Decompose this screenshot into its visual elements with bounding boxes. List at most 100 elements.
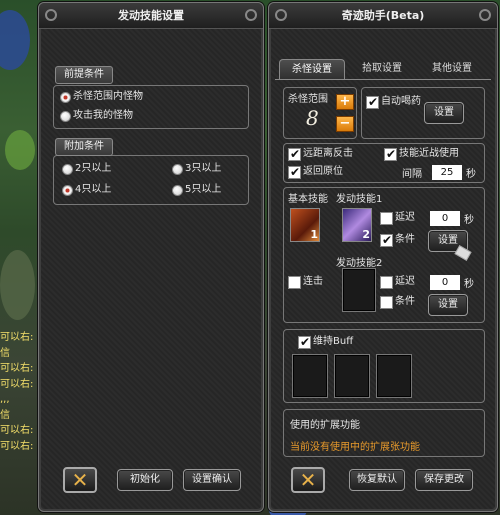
interval-label: 间隔 [402,169,422,180]
ornament-icon [275,9,287,21]
radio-button-selected[interactable] [60,91,71,103]
option-label: 5只以上 [185,184,222,195]
chat-log: 可以右: 信 可以右: 可以右: ,,, 信 可以右: 可以右: [0,330,40,454]
interval-unit: 秒 [466,169,476,180]
cursor-icon [454,245,472,261]
ornament-icon [479,9,491,21]
skill-melee-checkbox[interactable]: 技能近战使用 [384,146,459,162]
extension-group: 使用的扩展功能 当前没有使用中的扩展张功能 [283,409,485,457]
extra-option-5[interactable]: 5只以上 [172,182,221,198]
return-origin-checkbox[interactable]: 返回原位 [288,164,343,180]
extra-condition-legend: 附加条件 [55,138,113,156]
checkbox-checked[interactable] [380,232,393,248]
assistant-panel: 奇迹助手(Beta) 杀怪设置 拾取设置 其他设置 杀怪范围 8 + − 自动喝… [268,2,498,512]
chat-line: 可以右: [0,378,34,390]
option-label: 2只以上 [75,163,112,174]
extra-option-2[interactable]: 2只以上 [62,161,111,177]
delay2-checkbox[interactable]: 延迟 [380,274,415,290]
confirm-settings-button[interactable]: 设置确认 [183,469,241,491]
panel-titlebar: 发动技能设置 [39,3,263,29]
precondition-option-attacking-monsters[interactable]: 攻击我的怪物 [60,108,133,124]
rock-patch [0,250,35,320]
active-skill1-slot[interactable]: 2 [342,208,372,242]
maintain-buff-checkbox[interactable]: 维持Buff [298,334,353,350]
extra-option-3[interactable]: 3只以上 [172,161,221,177]
option-label: 4只以上 [75,184,112,195]
option-label: 攻击我的怪物 [73,110,133,121]
checkbox-checked[interactable] [288,164,301,180]
checkbox-label: 返回原位 [303,166,343,177]
checkbox-label: 自动喝药 [381,96,421,107]
save-changes-button[interactable]: 保存更改 [415,469,473,491]
checkbox-label: 延迟 [395,212,415,223]
checkbox-checked[interactable] [384,146,397,162]
checkbox[interactable] [380,275,393,289]
radio-button[interactable] [62,163,73,175]
potion-settings-button[interactable]: 设置 [424,102,464,124]
ranged-counter-checkbox[interactable]: 远距离反击 [288,146,353,162]
panel-title: 发动技能设置 [118,9,184,22]
chat-line: 可以右: [0,363,34,374]
buff-group: 维持Buff [283,329,485,403]
water-patch [0,10,30,70]
condition2-checkbox[interactable]: 条件 [380,294,415,310]
grass-patch [5,130,35,170]
checkbox[interactable] [288,275,301,289]
decrease-range-button[interactable]: − [336,116,354,132]
chat-line: ,,, [0,394,10,405]
tab-kill-settings[interactable]: 杀怪设置 [279,59,345,79]
close-icon[interactable]: ✕ [63,467,97,493]
precondition-group: 杀怪范围内怪物 攻击我的怪物 [53,85,249,129]
tab-other-settings[interactable]: 其他设置 [419,59,485,79]
condition1-checkbox[interactable]: 条件 [380,232,415,248]
delay2-input[interactable]: 0 [430,275,460,290]
extension-status: 当前没有使用中的扩展张功能 [290,442,420,453]
radio-button-selected[interactable] [62,184,73,196]
checkbox-label: 延迟 [395,276,415,287]
interval-input[interactable]: 25 [432,165,462,180]
skill-level: 1 [310,228,318,241]
extra-option-4[interactable]: 4只以上 [62,182,111,198]
auto-potion-checkbox[interactable]: 自动喝药 [366,94,421,110]
chat-line: 信 [0,347,10,359]
range-value: 8 [306,106,319,130]
buff-slot[interactable] [334,354,370,398]
active-skill2-slot[interactable] [342,268,376,312]
option-label: 杀怪范围内怪物 [73,91,143,102]
restore-default-button[interactable]: 恢复默认 [349,469,405,491]
close-icon[interactable]: ✕ [291,467,325,493]
checkbox-checked[interactable] [298,334,311,350]
delay1-checkbox[interactable]: 延迟 [380,210,415,226]
panel-titlebar: 奇迹助手(Beta) [269,3,497,29]
extension-title: 使用的扩展功能 [290,420,360,431]
combo-checkbox[interactable]: 连击 [288,274,323,290]
radio-button[interactable] [60,110,71,122]
precondition-option-range-monsters[interactable]: 杀怪范围内怪物 [60,89,143,105]
option-label: 3只以上 [185,163,222,174]
condition2-settings-button[interactable]: 设置 [428,294,468,316]
checkbox-checked[interactable] [288,146,301,162]
buff-slot[interactable] [376,354,412,398]
skills-group: 基本技能 发动技能1 1 2 延迟 0 秒 条件 设置 发动技能2 连击 延迟 [283,187,485,323]
chat-line: 可以右: [0,332,34,343]
checkbox[interactable] [380,211,393,225]
checkbox-label: 技能近战使用 [399,148,459,159]
range-group: 杀怪范围 8 + − [283,87,357,139]
tab-divider [275,79,491,80]
increase-range-button[interactable]: + [336,94,354,110]
basic-skill-label: 基本技能 [288,194,328,205]
checkbox-label: 条件 [395,234,415,245]
checkbox-checked[interactable] [366,94,379,110]
extra-condition-group: 2只以上 3只以上 4只以上 5只以上 [53,155,249,205]
skill-settings-panel: 发动技能设置 杀怪范围内怪物 攻击我的怪物 前提条件 2只以上 3只以上 4只以… [38,2,264,512]
basic-skill-slot[interactable]: 1 [290,208,320,242]
checkbox-label: 条件 [395,296,415,307]
tab-pickup-settings[interactable]: 拾取设置 [349,59,415,79]
active-skill1-label: 发动技能1 [336,194,383,205]
checkbox[interactable] [380,295,393,309]
radio-button[interactable] [172,163,183,175]
buff-slot[interactable] [292,354,328,398]
radio-button[interactable] [172,184,183,196]
delay1-input[interactable]: 0 [430,211,460,226]
init-button[interactable]: 初始化 [117,469,173,491]
